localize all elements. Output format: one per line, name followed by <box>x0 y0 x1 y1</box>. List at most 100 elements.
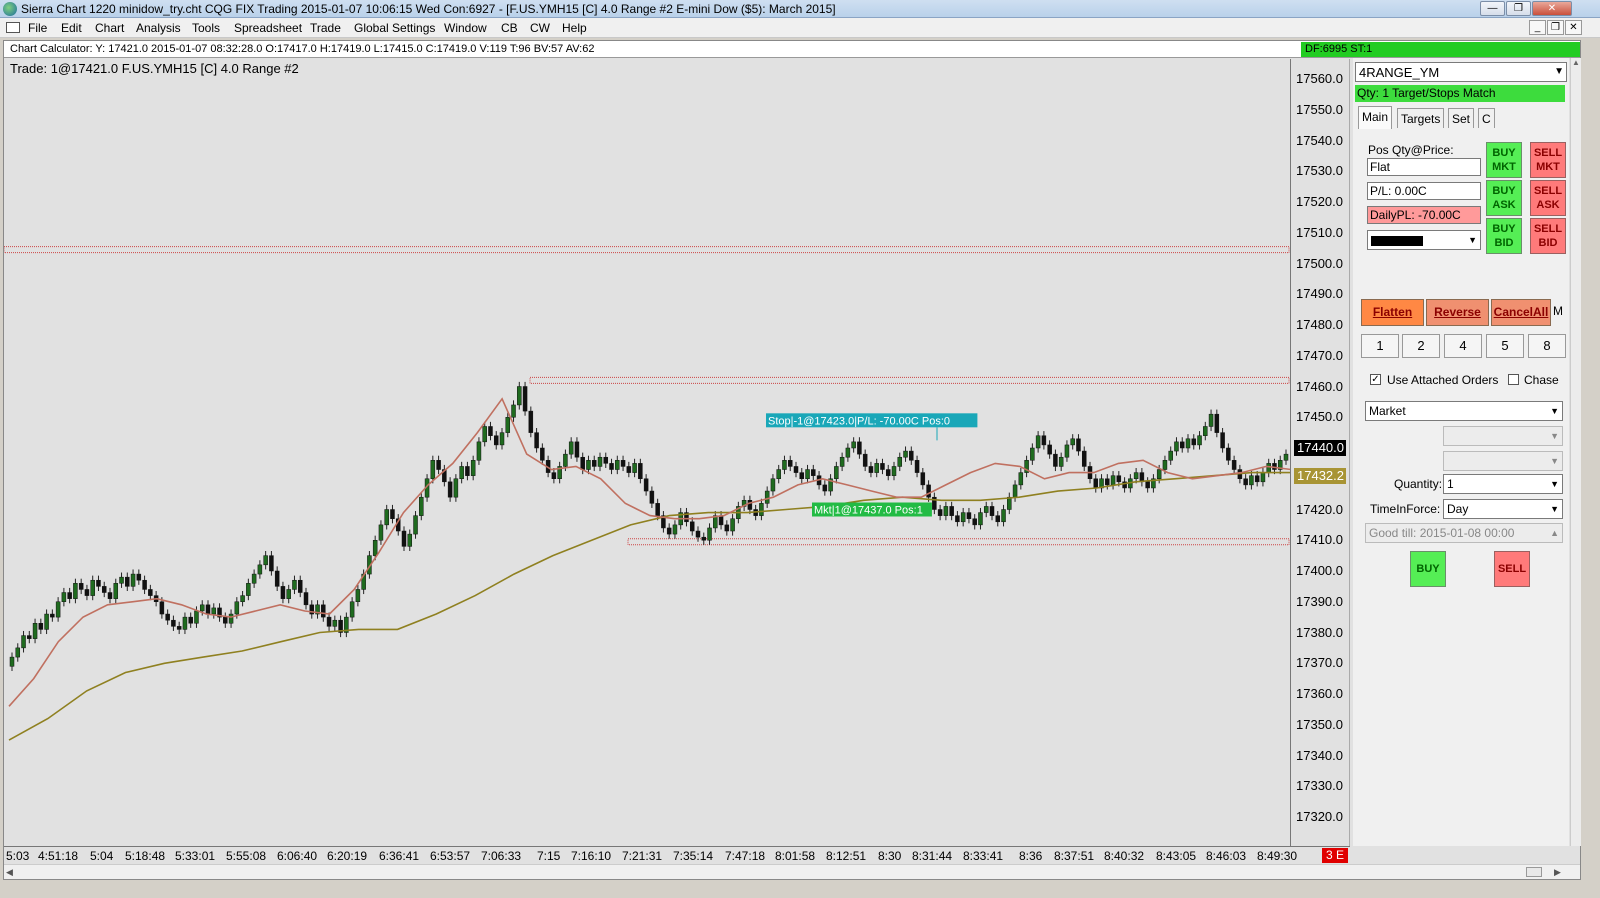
candlestick-chart[interactable]: Stop|-1@17423.0|P/L: -70.00C Pos:0 Mkt|1@… <box>4 59 1291 846</box>
menu-spreadsheet[interactable]: Spreadsheet <box>234 21 302 35</box>
candle <box>61 592 67 603</box>
document-icon[interactable] <box>6 22 20 33</box>
sell-ask-button[interactable]: SELL ASK <box>1530 180 1566 216</box>
order-type-select[interactable]: Market ▼ <box>1365 401 1563 421</box>
tif-select[interactable]: Day ▼ <box>1443 499 1563 519</box>
candle <box>718 515 724 526</box>
tab-set[interactable]: Set <box>1448 108 1475 128</box>
chart-close-button[interactable]: ✕ <box>1565 20 1582 35</box>
price-tick: 17420.0 <box>1296 501 1343 517</box>
candle <box>101 586 107 593</box>
chart-window: Chart Calculator: Y: 17421.0 2015-01-07 … <box>3 40 1581 880</box>
candle <box>419 496 424 516</box>
menu-tools[interactable]: Tools <box>192 21 220 35</box>
candle <box>84 589 90 596</box>
restore-button[interactable]: ❐ <box>1506 1 1531 16</box>
candle <box>609 463 614 470</box>
scroll-right-icon[interactable]: ▶ <box>1554 867 1561 878</box>
color-select[interactable]: ▼ <box>1367 230 1481 250</box>
qty-button-1[interactable]: 1 <box>1361 334 1399 358</box>
qty-button-8[interactable]: 8 <box>1528 334 1566 358</box>
candle <box>834 466 839 480</box>
price-tick: 17380.0 <box>1296 624 1343 640</box>
candle <box>96 579 101 587</box>
candle <box>493 435 499 446</box>
menu-chart[interactable]: Chart <box>95 21 124 35</box>
menu-edit[interactable]: Edit <box>61 21 82 35</box>
candle <box>862 453 868 467</box>
candle <box>649 490 655 504</box>
candle <box>903 450 908 458</box>
use-attached-checkbox[interactable]: ✓ <box>1370 374 1381 385</box>
menu-window[interactable]: Window <box>444 21 487 35</box>
menu-file[interactable]: File <box>28 21 47 35</box>
time-tick: 7:15 <box>537 849 561 863</box>
sell-mkt-button[interactable]: SELL MKT <box>1530 142 1566 178</box>
market-order-label[interactable]: Mkt|1@17437.0 Pos:1 <box>812 502 932 517</box>
candle <box>1174 441 1179 452</box>
symbol-select[interactable]: 4RANGE_YM ▼ <box>1355 62 1567 82</box>
candle <box>989 506 995 516</box>
minimize-button[interactable]: — <box>1480 1 1505 16</box>
chart-restore-button[interactable]: ❐ <box>1547 20 1564 35</box>
candle <box>246 583 251 596</box>
candle <box>1249 475 1254 486</box>
candle <box>21 635 26 649</box>
flatten-button[interactable]: Flatten <box>1361 299 1424 326</box>
menu-help[interactable]: Help <box>562 21 587 35</box>
price-tick: 17330.0 <box>1296 778 1343 794</box>
scroll-thumb[interactable] <box>1526 867 1542 877</box>
candle <box>897 456 903 467</box>
candle <box>949 506 954 516</box>
menu-analysis[interactable]: Analysis <box>136 21 181 35</box>
price-axis[interactable]: 17560.0 17550.0 17540.0 17530.0 17520.0 17510… <box>1292 59 1350 846</box>
chart-minimize-button[interactable]: _ <box>1529 20 1546 35</box>
price-tick: 17460.0 <box>1296 378 1343 394</box>
qty-button-5[interactable]: 5 <box>1486 334 1524 358</box>
candle <box>1116 475 1122 483</box>
tab-targets[interactable]: Targets <box>1397 108 1445 128</box>
quantity-field[interactable]: 1 ▼ <box>1443 474 1563 494</box>
candle <box>891 466 897 476</box>
buy-ask-button[interactable]: BUY ASK <box>1486 180 1522 216</box>
menu-cb[interactable]: CB <box>501 21 518 35</box>
chart-plot-area[interactable]: Stop|-1@17423.0|P/L: -70.00C Pos:0 Mkt|1@… <box>4 59 1291 846</box>
buy-mkt-button[interactable]: BUY MKT <box>1486 142 1522 178</box>
candle <box>787 460 793 467</box>
price-tick: 17400.0 <box>1296 563 1343 578</box>
scroll-left-icon[interactable]: ◀ <box>6 867 13 878</box>
menu-global-settings[interactable]: Global Settings <box>354 21 435 35</box>
menu-trade[interactable]: Trade <box>310 21 341 35</box>
sell-button[interactable]: SELL <box>1494 551 1530 587</box>
reverse-button[interactable]: Reverse <box>1426 299 1489 326</box>
m-button[interactable]: M <box>1553 304 1563 318</box>
daily-pl-field: DailyPL: -70.00C <box>1367 206 1481 224</box>
candle <box>1179 441 1185 449</box>
price1-field: ▼ <box>1443 426 1563 446</box>
qty-button-2[interactable]: 2 <box>1402 334 1440 358</box>
candle <box>159 601 165 615</box>
time-tick: 5:04 <box>90 849 114 863</box>
stop-order-label[interactable]: Stop|-1@17423.0|P/L: -70.00C Pos:0 <box>766 413 978 428</box>
candle <box>511 404 516 418</box>
scroll-up-icon[interactable]: ▲ <box>1572 58 1580 67</box>
candle <box>1007 496 1012 510</box>
horizontal-scrollbar[interactable]: ◀ ▶ <box>4 864 1580 879</box>
time-tick: 4:51:18 <box>38 849 79 863</box>
cancel-all-button[interactable]: CancelAll <box>1491 299 1551 326</box>
candle <box>332 619 338 627</box>
buy-button[interactable]: BUY <box>1410 551 1446 587</box>
sell-bid-button[interactable]: SELL BID <box>1530 218 1566 254</box>
vertical-scrollbar[interactable]: ▲ <box>1570 58 1581 846</box>
buy-bid-button[interactable]: BUY BID <box>1486 218 1522 254</box>
close-button[interactable]: ✕ <box>1532 1 1572 16</box>
chase-checkbox[interactable] <box>1508 374 1519 385</box>
candle <box>465 466 470 476</box>
time-axis[interactable]: 3 E 5:03 4:51:18 5:04 5:18:48 5:33:01 5:55:08… <box>4 846 1350 864</box>
tab-c[interactable]: C <box>1478 108 1495 128</box>
candle <box>1035 435 1041 449</box>
tab-main[interactable]: Main <box>1358 106 1393 129</box>
qty-button-4[interactable]: 4 <box>1444 334 1482 358</box>
menu-cw[interactable]: CW <box>530 21 550 35</box>
candle <box>372 540 378 556</box>
